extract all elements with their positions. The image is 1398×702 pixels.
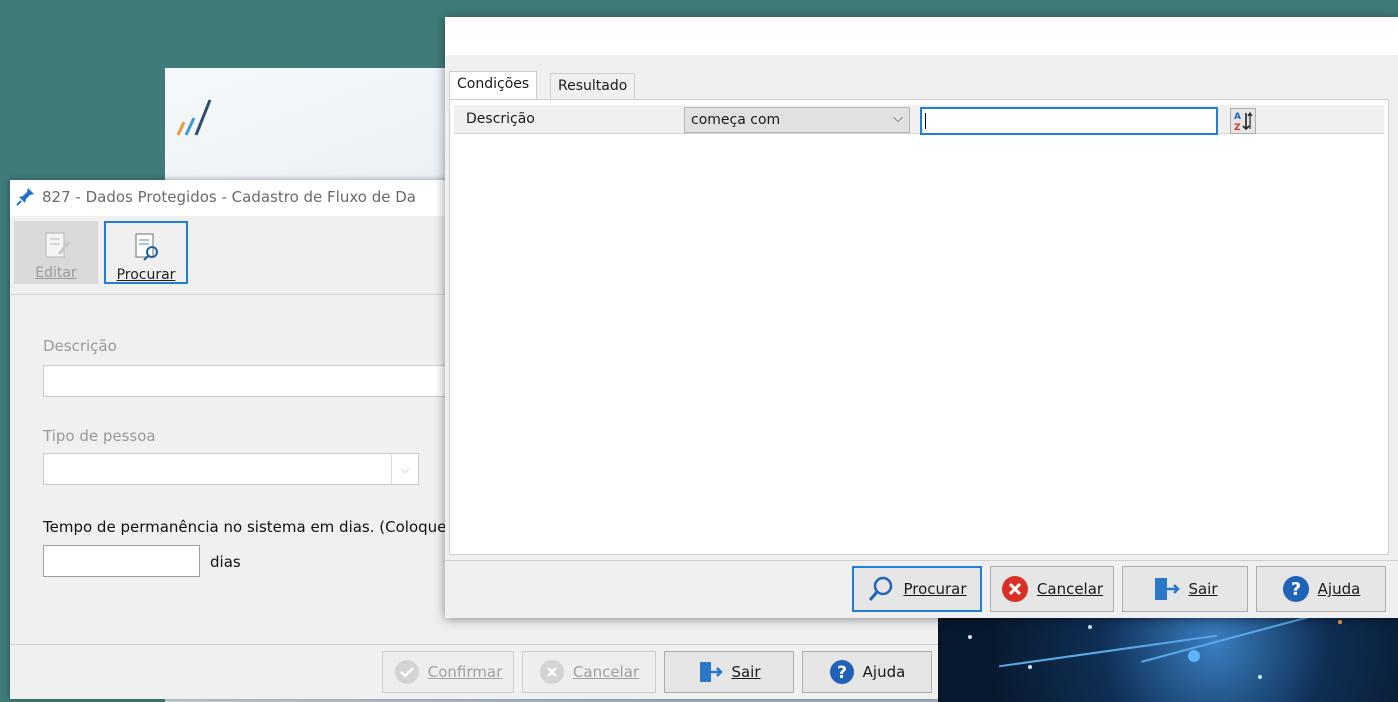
search-icon — [869, 576, 893, 601]
condicoes-panel: Descrição começa com ⌵ A Z — [449, 99, 1389, 555]
cancel-icon — [1001, 576, 1028, 602]
sair-button[interactable]: Sair — [1122, 566, 1248, 612]
sair-label: Sair — [731, 663, 761, 681]
svg-text:?: ? — [1290, 579, 1300, 600]
procurar-label: Procurar — [116, 267, 176, 283]
descricao-input[interactable] — [43, 365, 463, 397]
editar-button[interactable]: Editar — [14, 221, 98, 284]
svg-text:?: ? — [837, 663, 847, 683]
sair-button-back[interactable]: Sair — [664, 651, 794, 693]
tempo-input[interactable] — [43, 545, 200, 577]
cancelar-button-disabled[interactable]: Cancelar — [522, 651, 656, 693]
dialog-footer: Procurar Cancelar Sair ? Ajuda — [445, 560, 1398, 618]
exit-door-icon — [1155, 578, 1181, 600]
operator-value: começa com — [691, 112, 781, 128]
search-dialog: Condições Resultado Descrição começa com… — [445, 17, 1398, 618]
cancelar-label: Cancelar — [572, 663, 640, 681]
procurar-button[interactable]: Procurar — [852, 566, 982, 612]
chevron-down-icon: ⌵ — [893, 111, 903, 126]
dialog-title-bar — [445, 17, 1398, 55]
confirmar-button[interactable]: Confirmar — [382, 651, 514, 693]
tempo-label: Tempo de permanência no sistema em dias.… — [43, 518, 447, 536]
background-logo — [176, 99, 212, 136]
help-icon: ? — [1282, 576, 1309, 602]
background-tech-image — [938, 605, 1398, 702]
cancel-circle-icon — [539, 660, 564, 684]
dias-label: dias — [210, 553, 241, 571]
editar-label: Editar — [35, 265, 77, 281]
window-footer: Confirmar Cancelar Sair ? Ajuda — [10, 644, 938, 699]
cancelar-button[interactable]: Cancelar — [990, 566, 1114, 612]
window-title: 827 - Dados Protegidos - Cadastro de Flu… — [42, 188, 416, 206]
sort-az-button[interactable]: A Z — [1230, 108, 1256, 134]
ajuda-label: Ajuda — [862, 663, 906, 681]
condition-field-label: Descrição — [466, 111, 535, 127]
chevron-down-icon: ⌵ — [391, 454, 418, 484]
help-icon: ? — [829, 660, 854, 684]
ajuda-button[interactable]: ? Ajuda — [1256, 566, 1386, 612]
procurar-label: Procurar — [903, 580, 967, 598]
procurar-toolbar-button[interactable]: Procurar — [104, 221, 188, 284]
search-document-icon — [135, 233, 158, 261]
pin-icon — [16, 188, 34, 206]
tipo-pessoa-label: Tipo de pessoa — [43, 427, 156, 445]
cancelar-label: Cancelar — [1036, 580, 1104, 598]
check-circle-icon — [394, 660, 419, 684]
sair-label: Sair — [1188, 580, 1218, 598]
tipo-pessoa-select[interactable]: ⌵ — [43, 453, 419, 485]
condition-row: Descrição começa com ⌵ A Z — [454, 105, 1384, 135]
tab-condicoes[interactable]: Condições — [449, 71, 538, 99]
descricao-label: Descrição — [43, 337, 117, 355]
ajuda-button-back[interactable]: ? Ajuda — [802, 651, 932, 693]
sort-az-icon: A Z — [1234, 111, 1253, 133]
tab-resultado[interactable]: Resultado — [550, 73, 636, 99]
svg-text:A: A — [1234, 112, 1241, 122]
confirmar-label: Confirmar — [427, 663, 503, 681]
search-value-input[interactable] — [920, 107, 1218, 135]
operator-select[interactable]: começa com ⌵ — [684, 107, 910, 133]
text-caret — [925, 113, 926, 129]
ajuda-label: Ajuda — [1317, 580, 1361, 598]
exit-door-icon — [700, 662, 724, 682]
edit-icon — [45, 232, 70, 258]
svg-text:Z: Z — [1234, 123, 1241, 133]
